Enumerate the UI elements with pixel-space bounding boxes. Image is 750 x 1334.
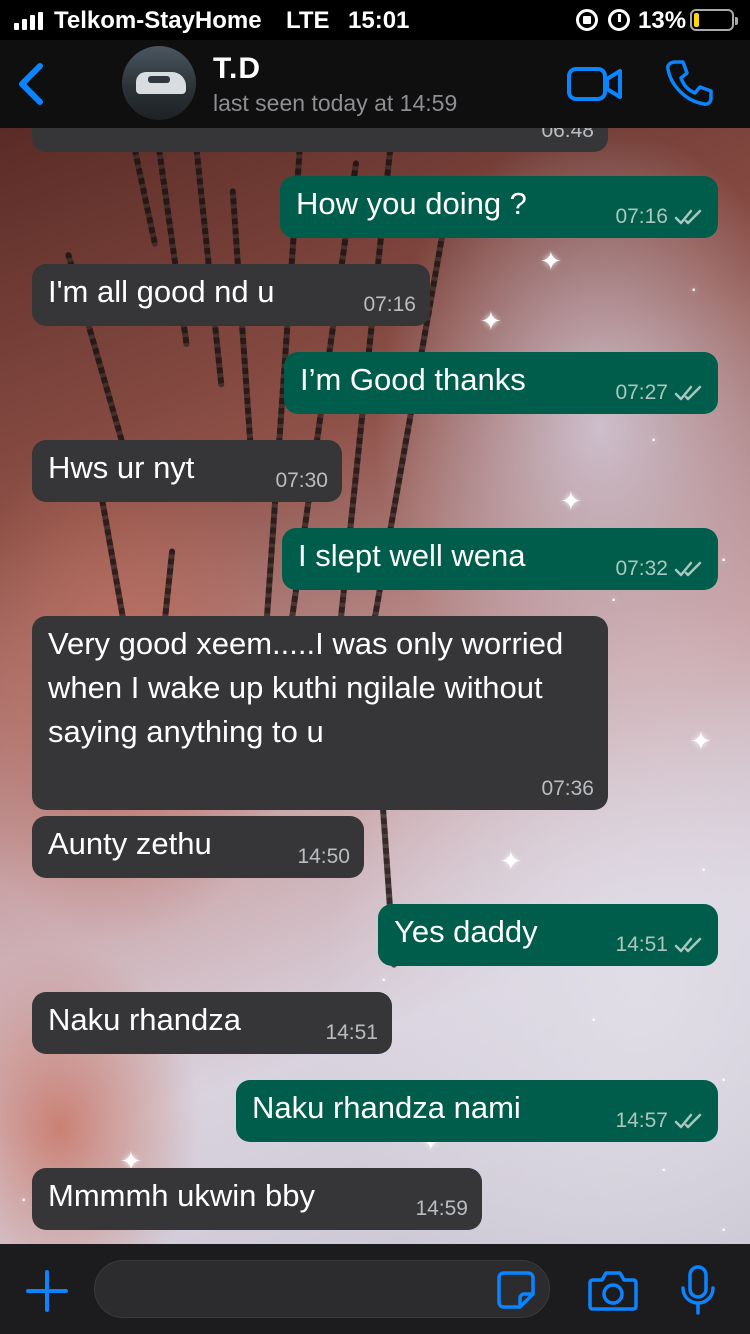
message-bubble-incoming[interactable]: Naku rhandza 14:51 — [32, 992, 392, 1054]
message-time: 06:48 — [541, 128, 594, 142]
message-text: Very good xeem.....I was only worried wh… — [48, 626, 564, 749]
double-check-icon — [674, 385, 702, 401]
message-bubble-incoming[interactable]: I'm all good nd u 07:16 — [32, 264, 430, 326]
carrier-name: Telkom-StayHome — [54, 7, 262, 34]
last-seen-status: last seen today at 14:59 — [213, 90, 458, 116]
message-bubble-outgoing[interactable]: Yes daddy 14:51 — [378, 904, 718, 966]
rotation-lock-icon — [576, 9, 598, 31]
message-list[interactable]: 06:48 How you doing ? 07:16 I'm all good… — [0, 128, 750, 1244]
car-image — [136, 72, 186, 94]
message-time: 07:16 — [363, 293, 416, 316]
message-bubble-incoming[interactable]: Aunty zethu 14:50 — [32, 816, 364, 878]
plus-icon[interactable] — [24, 1268, 70, 1314]
message-time: 07:32 — [615, 557, 668, 580]
message-bubble-outgoing[interactable]: Naku rhandza nami 14:57 — [236, 1080, 718, 1142]
message-time: 14:51 — [615, 933, 668, 956]
network-type: LTE — [286, 7, 330, 34]
chevron-left-icon[interactable] — [14, 62, 50, 106]
message-bubble-outgoing[interactable]: How you doing ? 07:16 — [280, 176, 718, 238]
double-check-icon — [674, 1113, 702, 1129]
signal-strength-icon — [14, 12, 43, 30]
message-time: 14:57 — [615, 1109, 668, 1132]
message-bubble-outgoing[interactable]: I’m Good thanks 07:27 — [284, 352, 718, 414]
message-text: Mmmmh ukwin bby — [48, 1178, 315, 1213]
message-text: I'm all good nd u — [48, 274, 275, 309]
message-bubble-incoming[interactable]: Very good xeem.....I was only worried wh… — [32, 616, 608, 810]
sticker-icon[interactable] — [496, 1270, 536, 1310]
alarm-icon — [608, 9, 630, 31]
message-time: 07:30 — [275, 469, 328, 492]
chat-header: T.D last seen today at 14:59 — [0, 40, 750, 128]
message-time: 07:16 — [615, 205, 668, 228]
message-time: 14:50 — [297, 845, 350, 868]
status-bar: Telkom-StayHome LTE 15:01 13% — [0, 0, 750, 40]
battery-icon — [690, 9, 738, 31]
microphone-icon[interactable] — [678, 1264, 718, 1316]
contact-name[interactable]: T.D — [213, 52, 261, 86]
message-time: 14:59 — [415, 1197, 468, 1220]
message-time: 07:36 — [541, 777, 594, 800]
message-bubble-incoming[interactable]: 06:48 — [32, 128, 608, 152]
avatar[interactable] — [122, 46, 196, 120]
message-bubble-incoming[interactable]: Hws ur nyt 07:30 — [32, 440, 342, 502]
camera-icon[interactable] — [588, 1268, 638, 1312]
message-input[interactable] — [94, 1260, 550, 1318]
message-time: 14:51 — [325, 1021, 378, 1044]
battery-percentage: 13% — [638, 7, 687, 34]
double-check-icon — [674, 209, 702, 225]
phone-icon[interactable] — [664, 58, 714, 108]
message-time: 07:27 — [615, 381, 668, 404]
status-time: 15:01 — [348, 7, 410, 34]
message-bubble-outgoing[interactable]: I slept well wena 07:32 — [282, 528, 718, 590]
double-check-icon — [674, 937, 702, 953]
video-camera-icon[interactable] — [566, 64, 624, 104]
message-bubble-incoming[interactable]: Mmmmh ukwin bby 14:59 — [32, 1168, 482, 1230]
message-composer — [0, 1244, 750, 1334]
double-check-icon — [674, 561, 702, 577]
